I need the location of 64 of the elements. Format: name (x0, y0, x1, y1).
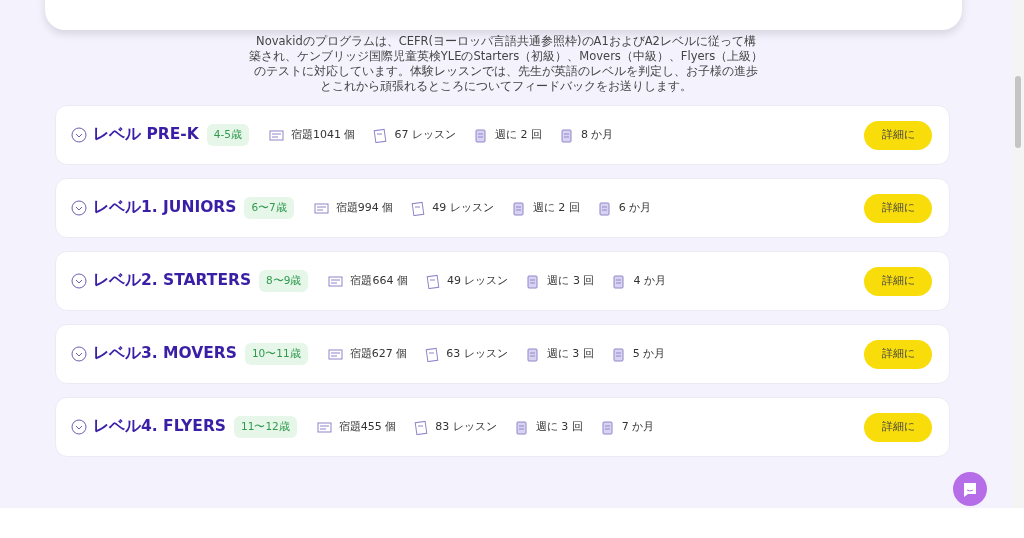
details-button[interactable]: 詳細に (864, 266, 932, 296)
level-title: レベル PRE-K (93, 124, 199, 146)
calendar-icon (513, 419, 529, 435)
age-tag: 10〜11歳 (244, 343, 308, 365)
level-title: レベル3. MOVERS (93, 343, 237, 365)
stat-text: 宿題1041 個 (290, 126, 356, 143)
calendar-icon (610, 346, 626, 362)
details-button[interactable]: 詳細に (864, 339, 932, 369)
stat-text: 宿題664 個 (350, 272, 408, 289)
level-title: レベル2. STARTERS (93, 270, 252, 292)
chevron-icon[interactable] (71, 273, 87, 289)
calendar-icon (524, 346, 540, 362)
scrollbar[interactable] (1012, 0, 1024, 508)
level-card[interactable]: レベル4. FLYERS 11〜12歳 宿題455 個 83 レッスン 週に 3 回 7 か月 詳細に (55, 397, 950, 457)
stat-text: 宿題994 個 (335, 199, 394, 216)
details-button[interactable]: 詳細に (864, 120, 932, 150)
level-card[interactable]: レベル PRE-K 4-5歳 宿題1041 個 67 レッスン 週に 2 回 8 か月 詳細に (55, 105, 950, 165)
calendar-icon (611, 273, 627, 289)
calendar-icon (525, 273, 541, 289)
notebook-icon (425, 273, 440, 289)
stat-text: 5 か月 (632, 345, 666, 362)
level-card[interactable]: レベル3. MOVERS 10〜11歳 宿題627 個 63 レッスン 週に 3 回 5 か月 詳細に (55, 324, 950, 384)
stat-text: 週に 3 回 (546, 345, 594, 362)
stat-text: 63 レッスン (446, 345, 508, 362)
chat-button[interactable] (953, 472, 987, 506)
level-title: レベル4. FLYERS (93, 416, 227, 438)
calendar-icon (472, 127, 488, 143)
stat-text: 宿題455 個 (338, 418, 397, 435)
stat-text: 8 か月 (580, 126, 614, 143)
chevron-icon[interactable] (71, 200, 87, 216)
calendar-icon (558, 127, 574, 143)
stat-text: 7 か月 (621, 418, 655, 435)
intro-paragraph: Novakidのプログラムは、CEFR(ヨーロッパ言語共通参照枠)のA1およびA2レベルに従って構 築され、ケンブリッジ国際児童英検YLEのStarters（初級）、Movers（中級）、Flyers（上級） のテストに対応しています。体験レッスンでは、先生が英語のレベルを判定し、お子様の進歩 とこれから頑張れるところについてフィードバックをお送りします。 (248, 34, 764, 94)
stat-text: 週に 2 回 (494, 126, 542, 143)
chevron-icon[interactable] (71, 127, 87, 143)
calendar-icon (596, 200, 612, 216)
level-card[interactable]: レベル2. STARTERS 8〜9歳 宿題664 個 49 レッスン 週に 3 回 4 か月 詳細に (55, 251, 950, 311)
stat-text: 67 レッスン (394, 126, 456, 143)
details-button[interactable]: 詳細に (864, 193, 932, 223)
notebook-icon (372, 127, 388, 143)
age-tag: 4-5歳 (206, 124, 249, 146)
stat-text: 49 レッスン (447, 272, 509, 289)
details-button[interactable]: 詳細に (864, 412, 932, 442)
level-title: レベル1. JUNIORS (93, 197, 237, 219)
chat-icon (962, 481, 978, 497)
level-card[interactable]: レベル1. JUNIORS 6〜7歳 宿題994 個 49 レッスン 週に 2 回 6 か月 詳細に (55, 178, 950, 238)
notebook-icon (424, 346, 440, 362)
stat-text: 83 レッスン (435, 418, 497, 435)
stat-text: 週に 3 回 (535, 418, 583, 435)
chevron-icon[interactable] (71, 419, 87, 435)
stat-text: 6 か月 (618, 199, 652, 216)
stat-text: 週に 2 回 (532, 199, 580, 216)
stat-text: 49 レッスン (432, 199, 494, 216)
chevron-icon[interactable] (71, 346, 87, 362)
calendar-icon (599, 419, 615, 435)
stat-text: 週に 3 回 (547, 272, 595, 289)
notebook-icon (410, 200, 426, 216)
age-tag: 6〜7歳 (244, 197, 294, 219)
notebook-icon (413, 419, 429, 435)
calendar-icon (510, 200, 526, 216)
age-tag: 8〜9歳 (259, 270, 309, 292)
age-tag: 11〜12歳 (234, 416, 297, 438)
stat-text: 4 か月 (633, 272, 666, 289)
stat-text: 宿題627 個 (349, 345, 408, 362)
